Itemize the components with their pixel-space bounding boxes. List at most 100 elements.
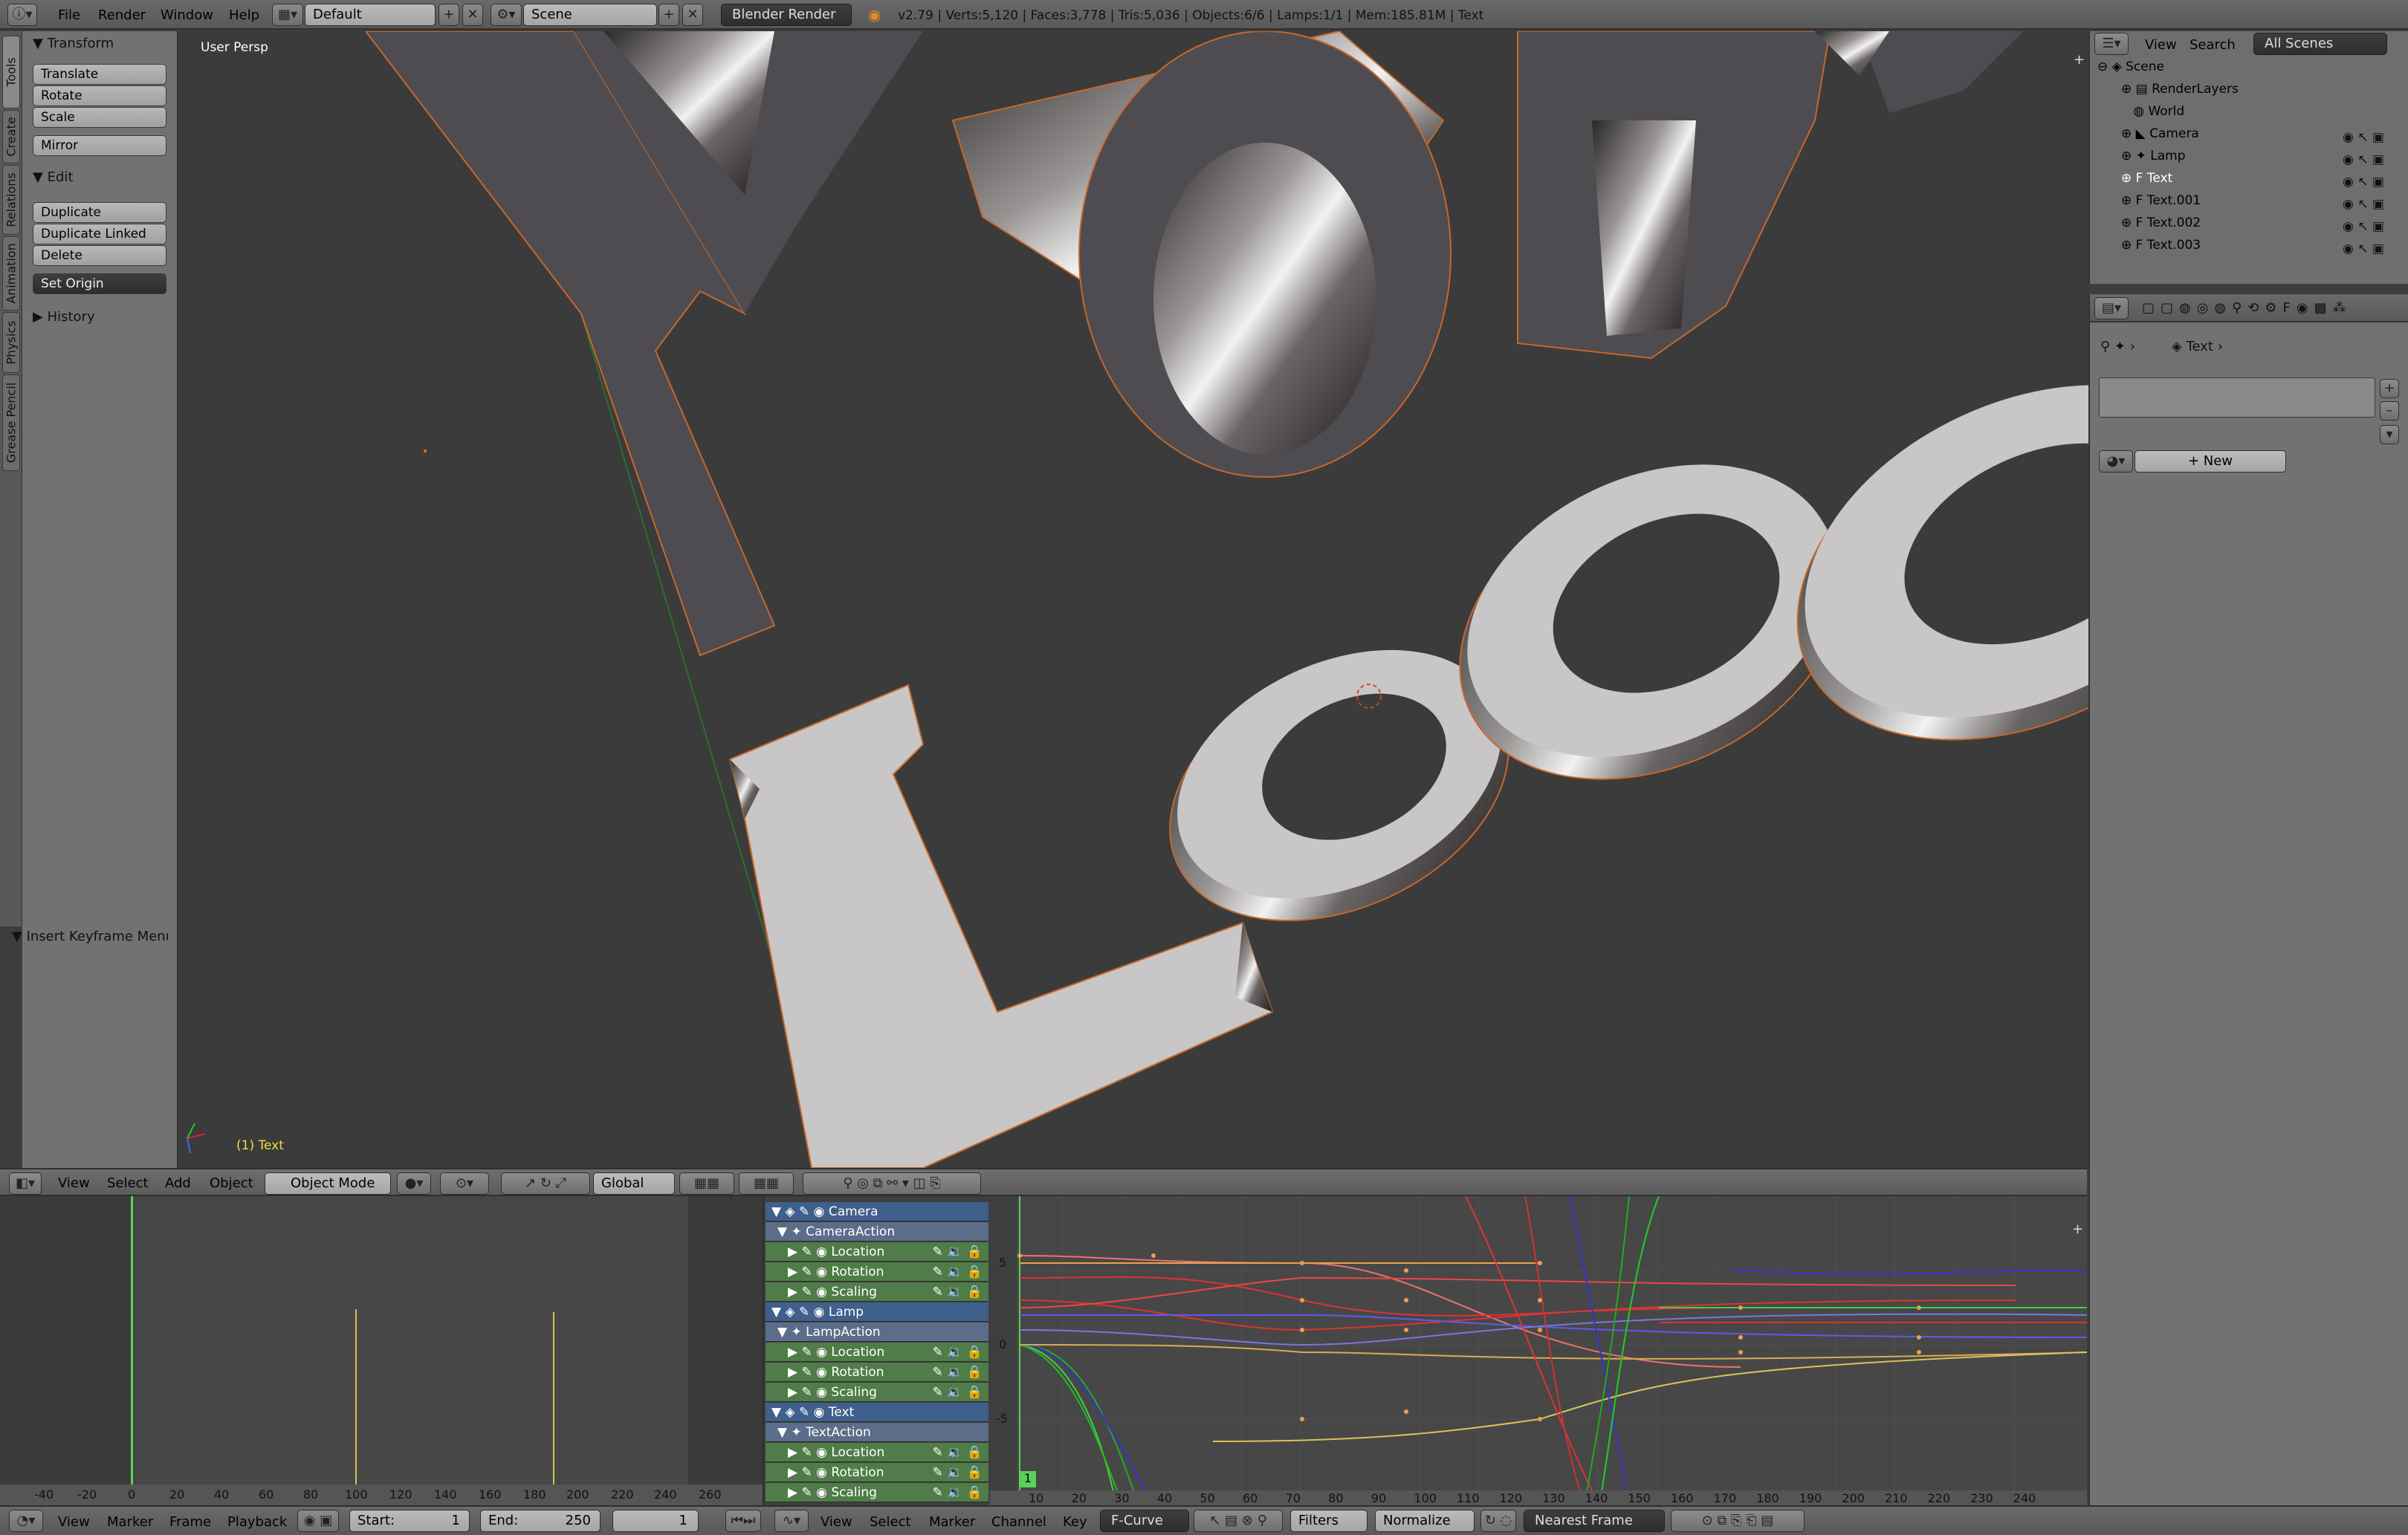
outliner-search-menu[interactable]: Search: [2189, 37, 2236, 53]
add-scene-icon[interactable]: +: [658, 4, 679, 26]
channel-fc[interactable]: ▶ ✎ ◉ Scaling ✎ 🔉 🔒: [766, 1483, 988, 1502]
layers-2-icon[interactable]: ▦▦: [739, 1172, 794, 1195]
render-engine-select[interactable]: Blender Render: [721, 4, 852, 26]
mode-select[interactable]: Object Mode: [265, 1172, 391, 1195]
graph-properties-toggle-icon[interactable]: +: [2072, 1221, 2083, 1237]
add-slot-icon[interactable]: +: [2380, 379, 2399, 398]
menu-file[interactable]: File: [58, 7, 80, 23]
channel-fc[interactable]: ▶ ✎ ◉ Scaling ✎ 🔉 🔒: [766, 1383, 988, 1402]
slot-menu-icon[interactable]: ▾: [2380, 425, 2399, 444]
channel-fc[interactable]: ▶ ✎ ◉ Rotation ✎ 🔉 🔒: [766, 1262, 988, 1282]
properties-toggle-icon[interactable]: +: [2074, 52, 2085, 68]
layers-icon[interactable]: ▦▦: [679, 1172, 734, 1195]
material-slot-list[interactable]: [2099, 377, 2375, 418]
channel-toggle-icons[interactable]: ✎ 🔉 🔒: [933, 1363, 983, 1382]
visibility-icons[interactable]: ◉ ↖ ▣ ◉ ↖ ▣ ◉ ↖ ▣ ◉ ↖ ▣ ◉ ↖ ▣ ◉ ↖ ▣: [2343, 126, 2384, 260]
layout-icon[interactable]: ▦▾: [272, 4, 303, 26]
insert-keyframe-panel-header[interactable]: ▼ Insert Keyframe Menu: [12, 929, 168, 944]
channel-obj[interactable]: ▼ ◈ ✎ ◉ Lamp: [766, 1302, 988, 1322]
material-browse-icon[interactable]: ◕▾: [2099, 450, 2133, 473]
graph-editor-icon[interactable]: ∿▾: [774, 1510, 809, 1532]
channel-fc[interactable]: ▶ ✎ ◉ Location ✎ 🔉 🔒: [766, 1343, 988, 1362]
pivot-and-copy-icons[interactable]: ⊙ ⧉ ⎘ ⎗ ▤: [1671, 1510, 1805, 1532]
outliner-item-camera[interactable]: ⊕ ◣ Camera: [2121, 126, 2199, 147]
filters-button[interactable]: Filters: [1290, 1510, 1368, 1532]
menu-help[interactable]: Help: [229, 7, 259, 23]
timeline-view-menu[interactable]: View: [58, 1514, 90, 1530]
pin-icon[interactable]: ⚲ ✦ ›: [2100, 339, 2135, 354]
shading-icon[interactable]: ●▾: [397, 1172, 431, 1195]
new-material-button[interactable]: + New: [2134, 450, 2286, 473]
snap-select[interactable]: Nearest Frame: [1524, 1510, 1665, 1532]
outliner-view-menu[interactable]: View: [2145, 37, 2177, 53]
channel-toggle-icons[interactable]: ✎ 🔉 🔒: [933, 1242, 983, 1262]
info-editor-icon[interactable]: ⓘ▾: [7, 4, 37, 26]
graph-view-menu[interactable]: View: [821, 1514, 852, 1530]
menu-window[interactable]: Window: [161, 7, 213, 23]
channel-obj[interactable]: ▼ ◈ ✎ ◉ Text: [766, 1403, 988, 1422]
properties-editor-icon[interactable]: ▤▾: [2094, 297, 2129, 319]
duplicate-linked-button[interactable]: Duplicate Linked: [33, 224, 166, 244]
timeline-marker-menu[interactable]: Marker: [107, 1514, 153, 1530]
channel-toggle-icons[interactable]: ✎ 🔉 🔒: [933, 1343, 983, 1362]
tab-animation[interactable]: Animation: [2, 236, 20, 311]
outliner-item-text001[interactable]: ⊕ F Text.001: [2121, 193, 2201, 214]
keying-icons[interactable]: ◉ ▣: [297, 1510, 339, 1532]
normalize-toggle[interactable]: Normalize: [1375, 1510, 1475, 1532]
end-frame-field[interactable]: End: 250: [480, 1510, 601, 1532]
channel-toggle-icons[interactable]: ✎ 🔉 🔒: [933, 1463, 983, 1482]
channel-fc[interactable]: ▶ ✎ ◉ Location ✎ 🔉 🔒: [766, 1242, 988, 1262]
playback-icons[interactable]: ⏮⏭: [725, 1510, 761, 1532]
start-frame-field[interactable]: Start: 1: [349, 1510, 470, 1532]
mirror-button[interactable]: Mirror: [33, 135, 166, 156]
scene-select[interactable]: Scene: [523, 4, 657, 26]
rotate-button[interactable]: Rotate: [33, 85, 166, 106]
tab-grease-pencil[interactable]: Grease Pencil: [2, 374, 20, 471]
timeline-editor-icon[interactable]: ◔▾: [9, 1510, 43, 1532]
outliner-item-text003[interactable]: ⊕ F Text.003: [2121, 238, 2201, 259]
outliner-editor-icon[interactable]: ☰▾: [2094, 33, 2129, 55]
remove-scene-icon[interactable]: ✕: [682, 4, 703, 26]
delete-button[interactable]: Delete: [33, 245, 166, 266]
tab-tools[interactable]: Tools: [2, 36, 20, 108]
channel-fc[interactable]: ▶ ✎ ◉ Scaling ✎ 🔉 🔒: [766, 1282, 988, 1302]
channel-toggle-icons[interactable]: ✎ 🔉 🔒: [933, 1383, 983, 1402]
outliner-item-world[interactable]: ◍ World: [2121, 104, 2184, 125]
channel-toggle-icons[interactable]: ✎ 🔉 🔒: [933, 1282, 983, 1302]
menu-object[interactable]: Object: [210, 1175, 253, 1191]
channel-toggle-icons[interactable]: ✎ 🔉 🔒: [933, 1262, 983, 1282]
tab-physics[interactable]: Physics: [2, 312, 20, 373]
graph-select-menu[interactable]: Select: [870, 1514, 911, 1530]
menu-select[interactable]: Select: [107, 1175, 149, 1191]
outliner-item-text002[interactable]: ⊕ F Text.002: [2121, 215, 2201, 236]
add-layout-icon[interactable]: +: [438, 4, 459, 26]
manipulator-icon[interactable]: ↗ ↻ ⤢: [501, 1172, 590, 1195]
outliner-filter-select[interactable]: All Scenes: [2253, 33, 2387, 55]
channel-act[interactable]: ▼ ✦ TextAction: [766, 1423, 988, 1442]
scene-icon[interactable]: ⚙▾: [491, 4, 522, 26]
outliner-item-renderlayers[interactable]: ⊕ ▤ RenderLayers: [2121, 82, 2239, 103]
channel-obj[interactable]: ▼ ◈ ✎ ◉ Camera: [766, 1202, 988, 1221]
graph-editor[interactable]: 5 0 -5 1 10 20 30 40 50 60 70 80 90 100 110 120 130 1…: [990, 1196, 2087, 1505]
channel-fc[interactable]: ▶ ✎ ◉ Rotation ✎ 🔉 🔒: [766, 1363, 988, 1382]
channel-toggle-icons[interactable]: ✎ 🔉 🔒: [933, 1443, 983, 1462]
graph-marker-menu[interactable]: Marker: [929, 1514, 975, 1530]
duplicate-button[interactable]: Duplicate: [33, 202, 166, 223]
3d-viewport[interactable]: User Persp (1) Text +: [180, 31, 2088, 1168]
channel-act[interactable]: ▼ ✦ LampAction: [766, 1323, 988, 1342]
set-origin-dropdown[interactable]: Set Origin: [33, 273, 166, 294]
scale-button[interactable]: Scale: [33, 107, 166, 128]
timeline-playback-menu[interactable]: Playback: [227, 1514, 287, 1530]
history-panel-header[interactable]: ▶ History: [33, 309, 95, 325]
graph-tool-icons[interactable]: ↖ ▤ ⊗ ⚲: [1194, 1510, 1283, 1532]
outliner-item-text[interactable]: ⊕ F Text: [2121, 171, 2172, 192]
graph-mode-select[interactable]: F-Curve: [1100, 1510, 1189, 1532]
layout-select[interactable]: Default: [305, 4, 436, 26]
auto-normalize-icon[interactable]: ↻ ◌: [1480, 1510, 1516, 1532]
graph-channel-menu[interactable]: Channel: [991, 1514, 1046, 1530]
current-frame-field[interactable]: 1: [612, 1510, 699, 1532]
channel-fc[interactable]: ▶ ✎ ◉ Rotation ✎ 🔉 🔒: [766, 1463, 988, 1482]
tab-create[interactable]: Create: [2, 110, 20, 163]
timeline[interactable]: -40 -20 0 20 40 60 80 100 120 140 160 18…: [0, 1196, 764, 1505]
remove-slot-icon[interactable]: –: [2380, 401, 2399, 421]
